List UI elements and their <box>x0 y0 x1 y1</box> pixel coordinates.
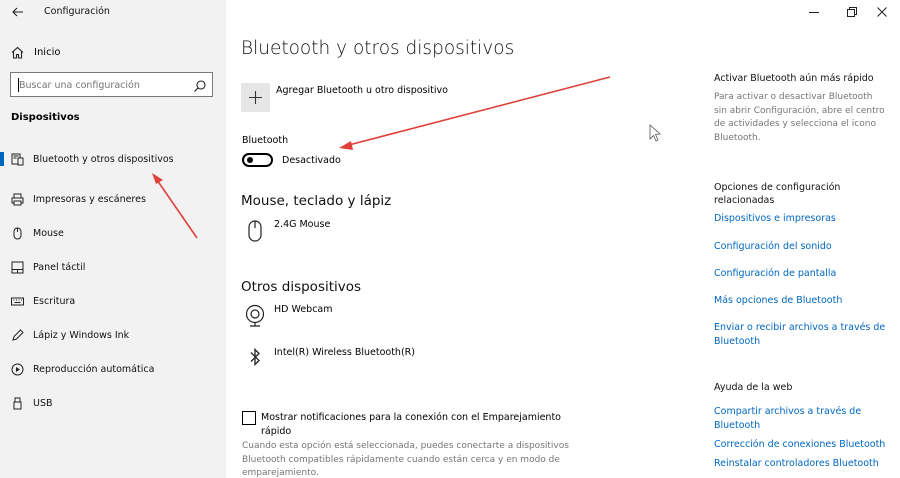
link-send-receive-files[interactable]: Enviar o recibir archivos a través de Bl… <box>714 321 886 348</box>
sidebar-item-label: Reproducción automática <box>33 363 155 375</box>
usb-icon <box>11 397 24 410</box>
sidebar-item-touchpad[interactable]: Panel táctil <box>0 250 226 284</box>
sidebar-nav: Bluetooth y otros dispositivos Impresora… <box>0 148 226 420</box>
swift-pair-label[interactable]: Mostrar notificaciones para la conexión … <box>261 411 571 439</box>
swift-pair-description: Cuando esta opción está seleccionada, pu… <box>242 441 569 478</box>
touchpad-icon <box>11 261 24 274</box>
search-box[interactable] <box>10 72 213 97</box>
sidebar-section-title: Dispositivos <box>11 112 80 123</box>
other-devices-section-title: Otros dispositivos <box>241 279 362 295</box>
bluetooth-icon <box>245 345 265 369</box>
device-webcam-label[interactable]: HD Webcam <box>274 304 333 315</box>
sidebar-item-mouse[interactable]: Mouse <box>0 216 226 250</box>
link-display-settings[interactable]: Configuración de pantalla <box>714 267 886 281</box>
sidebar-item-typing[interactable]: Escritura <box>0 284 226 318</box>
plus-icon <box>249 91 262 104</box>
mouse-icon <box>245 219 265 243</box>
mouse-icon <box>11 227 24 240</box>
sidebar-item-label: Inicio <box>34 46 61 58</box>
device-mouse-label[interactable]: 2.4G Mouse <box>274 219 330 230</box>
sidebar-item-label: Escritura <box>33 295 76 307</box>
add-device-button[interactable] <box>241 83 270 112</box>
faster-bluetooth-desc: Para activar o desactivar Bluetooth sin … <box>714 92 885 143</box>
pen-icon <box>11 328 24 342</box>
faster-bluetooth-title: Activar Bluetooth aún más rápido <box>714 73 874 84</box>
search-icon[interactable] <box>193 78 207 92</box>
sidebar-item-label: Bluetooth y otros dispositivos <box>33 153 174 165</box>
sidebar-item-autoplay[interactable]: Reproducción automática <box>0 352 226 386</box>
sidebar-item-printers[interactable]: Impresoras y escáneres <box>0 182 226 216</box>
close-icon[interactable] <box>875 5 889 19</box>
mouse-keyboard-section-title: Mouse, teclado y lápiz <box>241 193 392 209</box>
related-settings-title: Opciones de configuración relacionadas <box>714 182 841 206</box>
autoplay-icon <box>11 363 24 376</box>
sidebar-item-usb[interactable]: USB <box>0 386 226 420</box>
link-fix-connections[interactable]: Corrección de conexiones Bluetooth <box>714 438 886 452</box>
printer-icon <box>11 193 24 206</box>
back-arrow-icon[interactable] <box>9 3 27 21</box>
toggle-knob <box>247 157 253 163</box>
sidebar-item-label: Panel táctil <box>33 261 86 273</box>
link-sound-settings[interactable]: Configuración del sonido <box>714 240 886 254</box>
main-content: Bluetooth y otros dispositivos Agregar B… <box>226 0 900 478</box>
link-reinstall-drivers[interactable]: Reinstalar controladores Bluetooth <box>714 457 886 471</box>
sidebar: Configuración Inicio Dispositivos Blueto… <box>0 0 226 478</box>
sidebar-item-label: Lápiz y Windows Ink <box>33 329 130 341</box>
bluetooth-label: Bluetooth <box>242 135 289 146</box>
device-bluetooth-adapter-label[interactable]: Intel(R) Wireless Bluetooth(R) <box>274 347 415 358</box>
search-input[interactable] <box>19 77 189 93</box>
sidebar-item-bluetooth[interactable]: Bluetooth y otros dispositivos <box>0 148 226 170</box>
home-icon <box>11 46 24 59</box>
sidebar-item-label: USB <box>33 397 53 409</box>
sidebar-item-label: Mouse <box>33 227 64 239</box>
app-title: Configuración <box>44 6 110 17</box>
keyboard-icon <box>11 295 24 308</box>
page-title: Bluetooth y otros dispositivos <box>241 38 515 59</box>
swift-pair-checkbox[interactable] <box>242 411 256 425</box>
bluetooth-state-text: Desactivado <box>282 155 341 166</box>
link-devices-printers[interactable]: Dispositivos e impresoras <box>714 212 886 226</box>
bluetooth-devices-icon <box>11 153 24 166</box>
sidebar-item-home[interactable]: Inicio <box>0 41 226 63</box>
web-help-title: Ayuda de la web <box>714 382 793 393</box>
add-device-label[interactable]: Agregar Bluetooth u otro dispositivo <box>276 85 448 96</box>
link-more-bluetooth-options[interactable]: Más opciones de Bluetooth <box>714 294 886 308</box>
bluetooth-toggle[interactable] <box>242 153 273 167</box>
link-share-files[interactable]: Compartir archivos a través de Bluetooth <box>714 405 886 432</box>
maximize-icon[interactable] <box>845 5 859 19</box>
sidebar-item-label: Impresoras y escáneres <box>33 193 146 205</box>
minimize-icon[interactable] <box>807 5 821 19</box>
webcam-icon <box>245 304 265 328</box>
sidebar-item-pen[interactable]: Lápiz y Windows Ink <box>0 318 226 352</box>
